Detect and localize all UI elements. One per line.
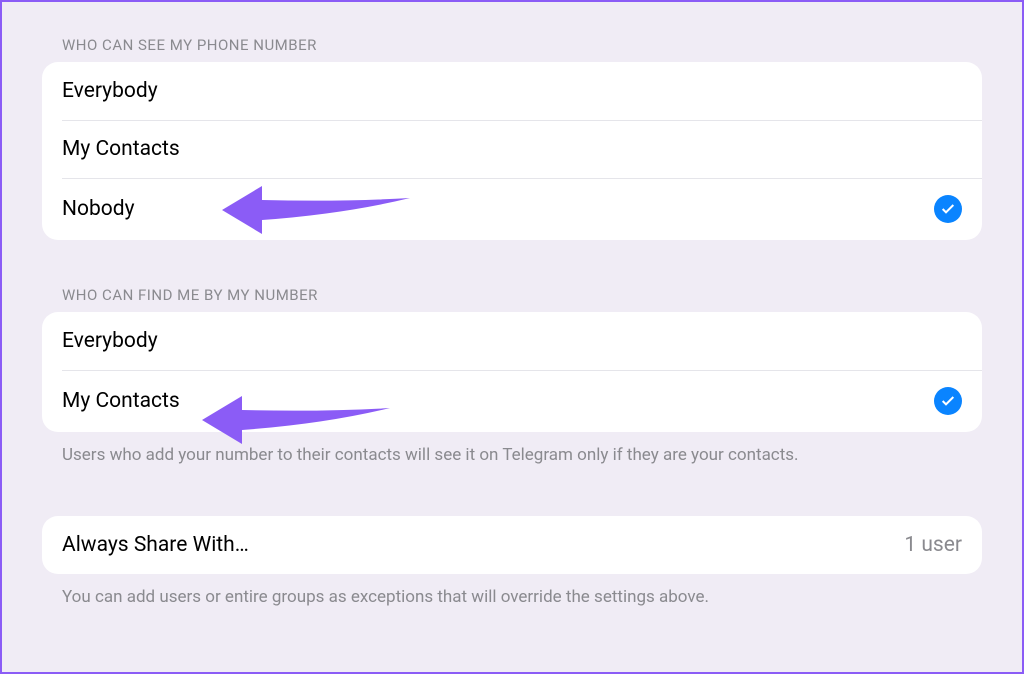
row-label: Always Share With…	[62, 533, 249, 557]
option-find-my-contacts[interactable]: My Contacts	[42, 370, 982, 432]
option-label: Everybody	[62, 329, 158, 353]
option-everybody[interactable]: Everybody	[42, 62, 982, 120]
footer-text-find-me: Users who add your number to their conta…	[42, 432, 982, 468]
group-see-number: Everybody My Contacts Nobody	[42, 62, 982, 240]
option-label: My Contacts	[62, 389, 180, 413]
group-exceptions: Always Share With… 1 user	[42, 516, 982, 574]
checkmark-icon	[934, 195, 962, 223]
group-find-me: Everybody My Contacts	[42, 312, 982, 432]
option-label: My Contacts	[62, 137, 180, 161]
row-always-share[interactable]: Always Share With… 1 user	[42, 516, 982, 574]
option-label: Everybody	[62, 79, 158, 103]
option-nobody[interactable]: Nobody	[42, 178, 982, 240]
option-my-contacts[interactable]: My Contacts	[42, 120, 982, 178]
option-label: Nobody	[62, 197, 135, 221]
section-header-see-number: WHO CAN SEE MY PHONE NUMBER	[42, 22, 982, 62]
option-find-everybody[interactable]: Everybody	[42, 312, 982, 370]
row-value: 1 user	[904, 533, 962, 557]
section-header-find-me: WHO CAN FIND ME BY MY NUMBER	[42, 272, 982, 312]
footer-text-exceptions: You can add users or entire groups as ex…	[42, 574, 982, 610]
checkmark-icon	[934, 387, 962, 415]
